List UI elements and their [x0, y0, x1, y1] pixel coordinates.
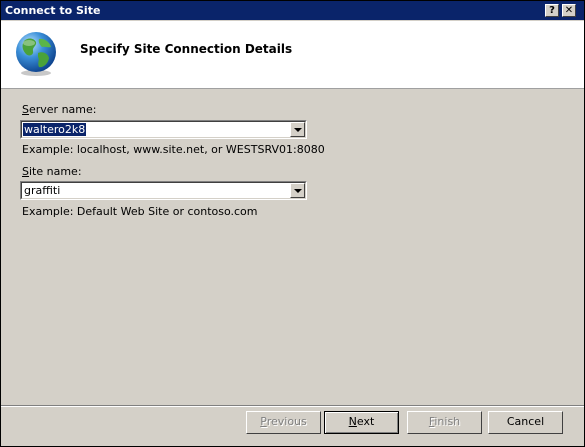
finish-button[interactable]: Finish	[407, 411, 482, 434]
site-name-combobox[interactable]: graffiti	[20, 181, 307, 200]
site-name-label: Site name:	[22, 165, 82, 178]
site-name-combobox-frame: graffiti	[21, 182, 306, 199]
close-button[interactable]: ✕	[562, 4, 576, 17]
server-name-combobox[interactable]: waltero2k8	[20, 120, 307, 139]
footer-divider	[1, 405, 584, 407]
cancel-button[interactable]: Cancel	[488, 411, 563, 434]
server-name-input[interactable]: waltero2k8	[23, 123, 87, 136]
server-name-dropdown-button[interactable]	[290, 122, 305, 137]
window-title: Connect to Site	[5, 4, 101, 17]
previous-button[interactable]: Previous	[246, 411, 321, 434]
server-name-label-text: erver name:	[28, 103, 97, 116]
wizard-header: Specify Site Connection Details	[1, 21, 584, 89]
connect-to-site-dialog: Connect to Site ? ✕ Specify Site Connect…	[0, 0, 585, 447]
site-name-label-mnemonic: S	[22, 165, 29, 178]
site-name-input[interactable]: graffiti	[23, 184, 61, 197]
next-button[interactable]: Next	[324, 411, 399, 434]
server-name-label: Server name:	[22, 103, 96, 116]
help-button[interactable]: ?	[545, 4, 559, 17]
next-button-mnemonic: N	[348, 415, 357, 428]
next-button-label: ext	[356, 415, 375, 428]
title-bar[interactable]: Connect to Site ? ✕	[1, 1, 584, 20]
site-name-label-text: ite name:	[28, 165, 82, 178]
server-name-combobox-frame: waltero2k8	[21, 121, 306, 138]
finish-button-label: inish	[434, 415, 461, 428]
server-name-example: Example: localhost, www.site.net, or WES…	[22, 143, 325, 156]
previous-button-label: revious	[266, 415, 307, 428]
site-name-example: Example: Default Web Site or contoso.com	[22, 205, 258, 218]
site-name-dropdown-button[interactable]	[290, 183, 305, 198]
globe-icon	[16, 32, 56, 76]
server-name-label-mnemonic: S	[22, 103, 29, 116]
page-title: Specify Site Connection Details	[80, 42, 293, 56]
